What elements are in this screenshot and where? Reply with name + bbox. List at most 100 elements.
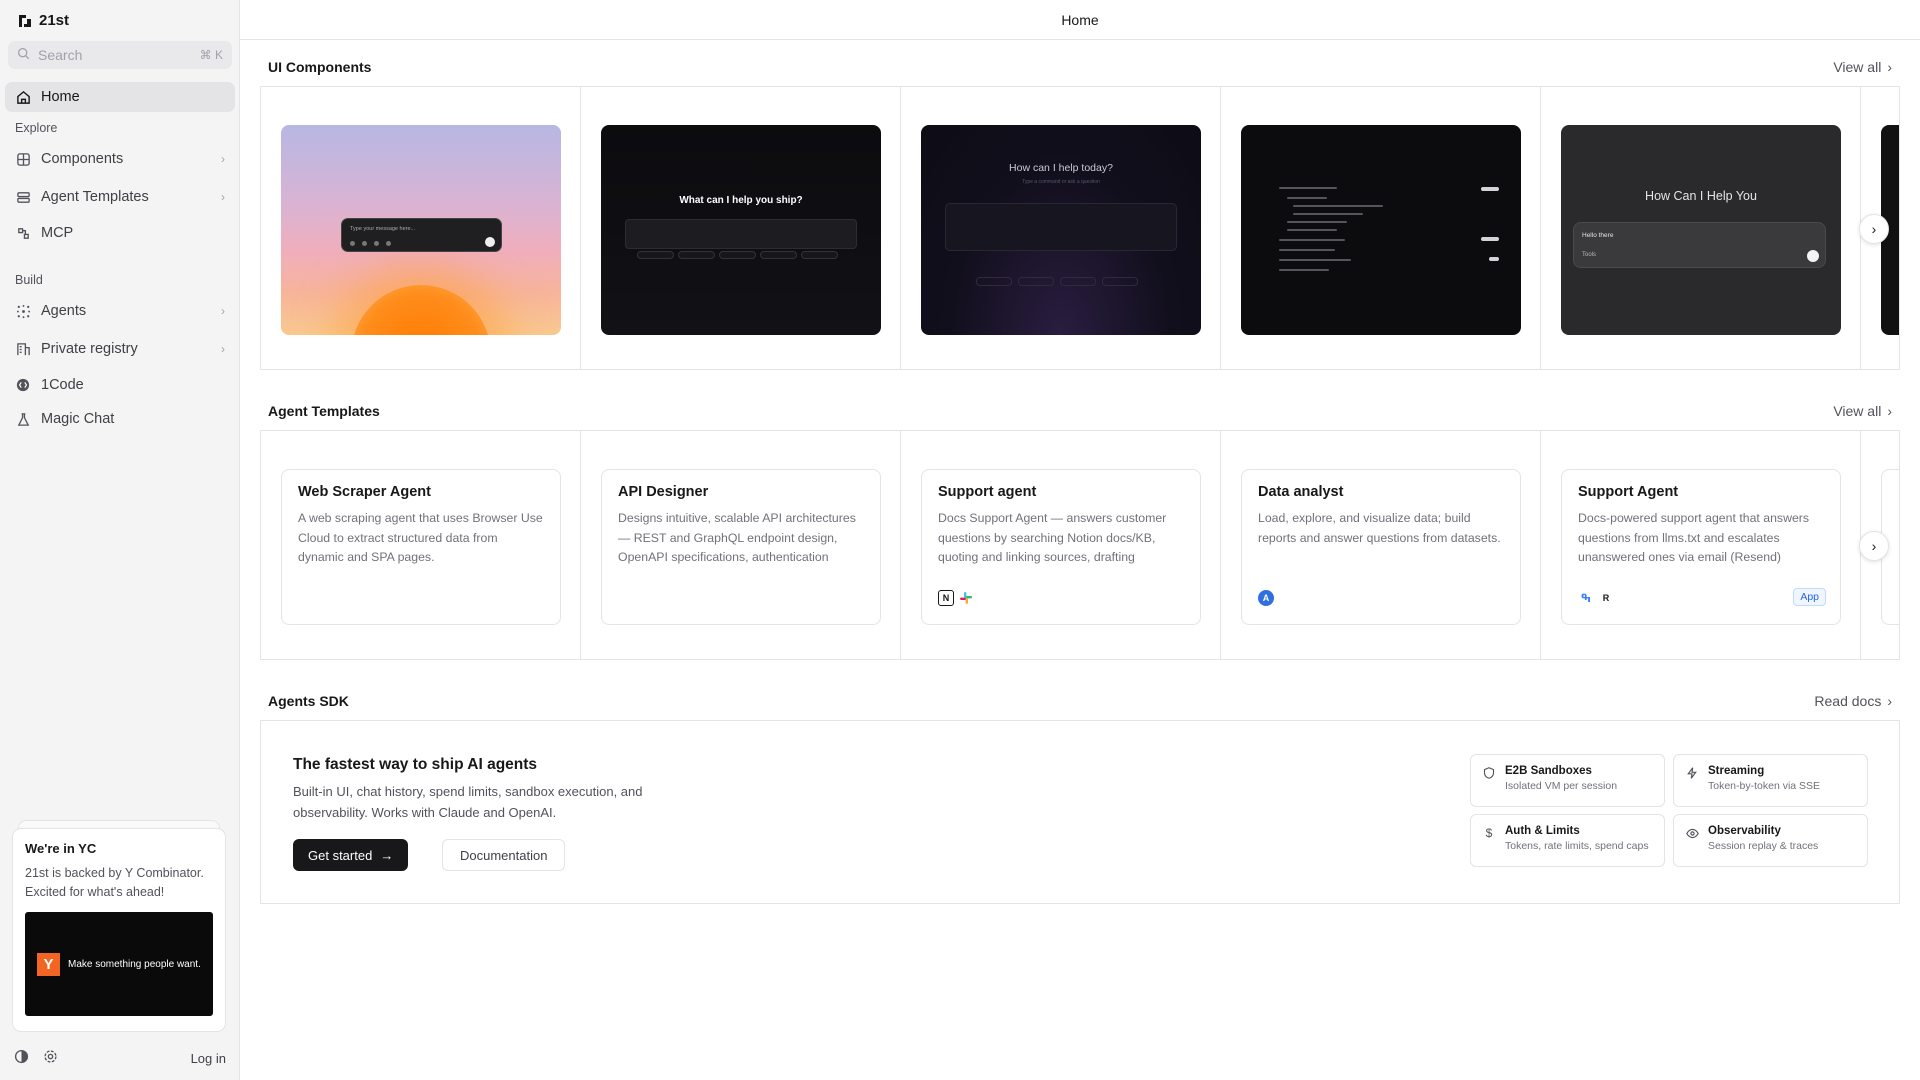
component-preview: How can I help today? Type a command or … [921,125,1201,335]
sidebar-item-label: Magic Chat [41,411,115,427]
brand[interactable]: 21st [18,12,69,29]
brand-name: 21st [39,12,70,29]
read-docs-link[interactable]: Read docs › [1814,693,1892,709]
feature-observability: Observability Session replay & traces [1673,814,1868,867]
template-cell: Data analyst Load, explore, and visualiz… [1221,431,1541,659]
arrow-right-icon: → [380,847,394,863]
sidebar-item-magic-chat[interactable]: Magic Chat [5,404,235,434]
section-label-build: Build [15,273,43,287]
grid-icon [15,151,31,167]
integration-icons: N [938,590,974,606]
agents-icon [15,303,31,319]
template-cell: Support agent Docs Support Agent — answe… [901,431,1221,659]
read-docs-label: Read docs [1814,693,1882,709]
search-input[interactable]: Search ⌘ K [8,41,232,69]
integration-icons: A [1258,590,1274,606]
login-link[interactable]: Log in [191,1051,226,1066]
sidebar-item-label: Components [41,151,124,167]
documentation-button[interactable]: Documentation [442,839,566,871]
section-label-explore: Explore [15,121,58,135]
sdk-panel: The fastest way to ship AI agents Built-… [260,720,1900,904]
sidebar-item-agent-templates[interactable]: Agent Templates › [5,182,235,212]
plug-icon [15,225,31,241]
button-label: Get started [308,847,373,863]
logo-icon [18,14,32,28]
component-card[interactable]: How Can I Help You Hello there Tools [1541,87,1861,369]
sidebar-item-label: Agent Templates [41,189,149,205]
layers-icon [15,189,31,205]
sdk-headline: The fastest way to ship AI agents [293,756,538,773]
sdk-description: Built-in UI, chat history, spend limits,… [293,784,643,820]
theme-icon[interactable] [14,1049,29,1067]
component-card[interactable]: Type your message here... [261,87,581,369]
sidebar-item-home[interactable]: Home [5,82,235,112]
component-card[interactable] [1221,87,1541,369]
preview-heading: How Can I Help You [1645,189,1757,203]
template-desc: Load, explore, and visualize data; build… [1258,511,1501,545]
sidebar-item-label: MCP [41,225,74,241]
feature-subtitle: Session replay & traces [1708,840,1819,852]
template-card[interactable]: Web Scraper Agent A web scraping agent t… [281,469,561,625]
gear-icon[interactable] [43,1049,58,1067]
component-preview: Type your message here... [281,125,561,335]
template-title: Web Scraper Agent [298,484,431,500]
preview-chips [976,277,1138,286]
search-shortcut: ⌘ K [199,48,223,62]
yc-card[interactable]: We're in YC 21st is backed by Y Combinat… [12,828,226,1032]
feature-subtitle: Isolated VM per session [1505,780,1618,792]
view-all-components-link[interactable]: View all › [1833,59,1892,75]
sidebar-item-label: Home [41,89,80,105]
carousel-next-button[interactable]: › [1859,531,1889,561]
carousel-next-button[interactable]: › [1859,214,1889,244]
preview-chips [637,251,838,259]
chevron-right-icon: › [1887,693,1892,709]
ui-components-row: Type your message here... What can I hel… [260,86,1900,370]
sidebar-footer: Log in [0,1046,240,1070]
button-label: Documentation [460,847,548,863]
template-cell: API Designer Designs intuitive, scalable… [581,431,901,659]
chevron-right-icon: › [1887,403,1892,419]
view-all-label: View all [1833,403,1882,419]
template-card[interactable]: API Designer Designs intuitive, scalable… [601,469,881,625]
sidebar-item-components[interactable]: Components › [5,144,235,174]
preview-tools: Tools [1582,252,1597,258]
preview-heading: What can I help you ship? [679,195,803,206]
view-all-label: View all [1833,59,1882,75]
template-card[interactable]: Data analyst Load, explore, and visualiz… [1241,469,1521,625]
send-icon [1807,250,1819,262]
component-preview: How Can I Help You Hello there Tools [1561,125,1841,335]
section-title: UI Components [268,59,372,75]
sidebar-item-mcp[interactable]: MCP [5,218,235,248]
preview-chat-input [625,219,857,249]
template-card[interactable]: Support Agent Docs-powered support agent… [1561,469,1841,625]
template-desc: A web scraping agent that uses Browser U… [298,511,543,564]
send-icon [485,237,495,247]
preview-input-text: Hello there [1582,232,1614,239]
sidebar-item-1code[interactable]: 1Code [5,370,235,400]
flask-icon [15,411,31,427]
component-card[interactable]: How can I help today? Type a command or … [901,87,1221,369]
sidebar: 21st Search ⌘ K Home Explore Components … [0,0,240,1080]
component-preview [1241,125,1521,335]
section-title: Agent Templates [268,403,380,419]
sidebar-item-agents[interactable]: Agents › [5,296,235,326]
search-icon [17,47,30,63]
yc-logo-icon: Y [37,952,60,976]
sidebar-item-label: 1Code [41,377,84,393]
component-card[interactable]: What can I help you ship? [581,87,901,369]
resend-icon: R [1602,593,1610,603]
app-store-icon: A [1258,590,1274,606]
template-card[interactable]: Support agent Docs Support Agent — answe… [921,469,1201,625]
feature-title: Auth & Limits [1505,825,1580,837]
shield-icon [1482,766,1496,780]
template-title: Data analyst [1258,484,1344,500]
template-title: Support Agent [1578,484,1679,500]
sidebar-item-private-registry[interactable]: Private registry › [5,334,235,364]
chevron-right-icon: › [221,152,225,166]
template-cell: Support Agent Docs-powered support agent… [1541,431,1861,659]
view-all-templates-link[interactable]: View all › [1833,403,1892,419]
template-desc: Docs Support Agent — answers customer qu… [938,511,1167,564]
yc-title: We're in YC [25,841,97,856]
feature-e2b-sandboxes: E2B Sandboxes Isolated VM per session [1470,754,1665,807]
get-started-button[interactable]: Get started → [293,839,409,871]
